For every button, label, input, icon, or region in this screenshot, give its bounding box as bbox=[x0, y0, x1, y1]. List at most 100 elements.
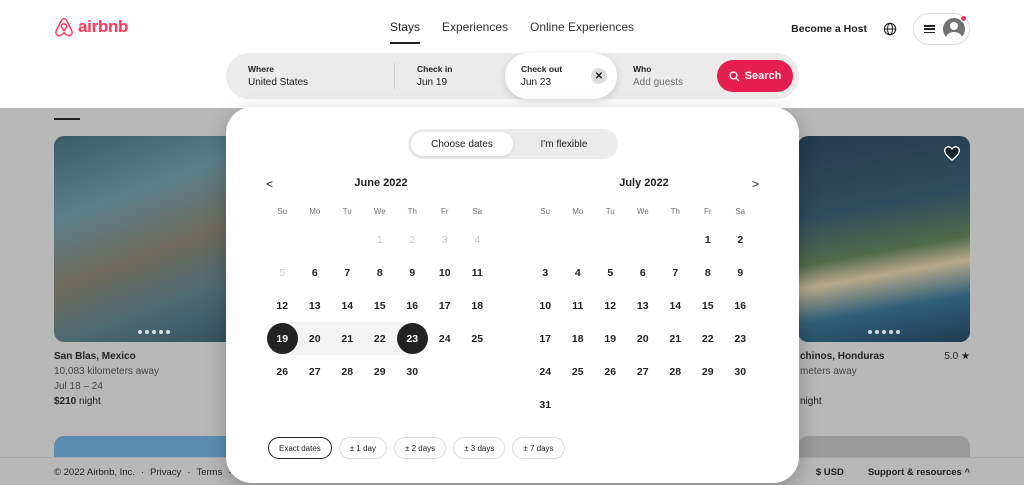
flex-option-chip[interactable]: ± 1 day bbox=[338, 437, 387, 459]
day-cell: 5 bbox=[279, 266, 286, 279]
listing-image-left[interactable] bbox=[54, 136, 254, 342]
day-cell[interactable]: 4 bbox=[562, 256, 595, 289]
weekday-label: Tu bbox=[605, 207, 615, 216]
choose-dates-tab[interactable]: Choose dates bbox=[411, 132, 513, 156]
day-cell[interactable]: 2 bbox=[724, 223, 757, 256]
empty-cell bbox=[331, 223, 364, 256]
become-host-link[interactable]: Become a Host bbox=[791, 23, 867, 35]
flex-option-chip[interactable]: Exact dates bbox=[268, 437, 332, 459]
calendar-grid: Su Mo Tu We Th Fr Sa 1 2 3 4 5 6 7 8 9 10 11 12 13 14 15 16 17 1… bbox=[529, 201, 759, 421]
day-cell: 4 bbox=[474, 233, 481, 246]
calendar-grid: Su Mo Tu We Th Fr Sa 1 2 3 4 5 6 7 8 9 10 11 12 13 14 15 16 17 1… bbox=[266, 201, 496, 388]
flex-option-chip[interactable]: ± 3 days bbox=[453, 437, 506, 459]
day-cell[interactable]: 16 bbox=[724, 289, 757, 322]
day-cell[interactable]: 5 bbox=[594, 256, 627, 289]
day-cell[interactable]: 10 bbox=[529, 289, 562, 322]
date-mode-toggle: Choose dates I'm flexible bbox=[408, 129, 618, 159]
day-cell[interactable]: 13 bbox=[627, 289, 660, 322]
date-picker-popup: Choose dates I'm flexible < > June 2022 … bbox=[226, 107, 799, 483]
listing-price: $210 bbox=[54, 396, 77, 407]
day-cell[interactable]: 26 bbox=[266, 355, 299, 388]
day-cell[interactable]: 15 bbox=[692, 289, 725, 322]
support-button[interactable]: Support & resources ^ bbox=[868, 467, 970, 478]
checkin-label: Check in bbox=[417, 64, 453, 74]
weekday-label: Fr bbox=[440, 207, 449, 216]
where-field[interactable]: Where United States bbox=[226, 53, 394, 99]
day-cell[interactable]: 11 bbox=[562, 289, 595, 322]
day-cell[interactable]: 22 bbox=[692, 322, 725, 355]
day-cell[interactable]: 9 bbox=[396, 256, 429, 289]
day-cell[interactable]: 29 bbox=[364, 355, 397, 388]
footer-privacy-link[interactable]: Privacy bbox=[150, 467, 181, 478]
day-cell[interactable]: 23 bbox=[396, 322, 429, 355]
day-cell[interactable]: 19 bbox=[266, 322, 299, 355]
im-flexible-tab[interactable]: I'm flexible bbox=[513, 132, 615, 156]
day-cell[interactable]: 3 bbox=[529, 256, 562, 289]
globe-icon[interactable] bbox=[883, 22, 897, 36]
day-cell[interactable]: 14 bbox=[659, 289, 692, 322]
day-cell[interactable]: 17 bbox=[429, 289, 462, 322]
day-cell[interactable]: 25 bbox=[562, 355, 595, 388]
day-cell[interactable]: 7 bbox=[331, 256, 364, 289]
weekday-label: Th bbox=[407, 207, 417, 216]
day-cell[interactable]: 26 bbox=[594, 355, 627, 388]
tab-online-experiences[interactable]: Online Experiences bbox=[530, 20, 634, 44]
month-title: June 2022 bbox=[354, 177, 408, 189]
flex-option-chip[interactable]: ± 7 days bbox=[512, 437, 565, 459]
day-cell[interactable]: 22 bbox=[363, 322, 396, 355]
day-cell[interactable]: 19 bbox=[594, 322, 627, 355]
day-cell[interactable]: 6 bbox=[627, 256, 660, 289]
empty-cell bbox=[266, 223, 299, 256]
day-cell[interactable]: 24 bbox=[429, 322, 462, 355]
day-cell[interactable]: 28 bbox=[659, 355, 692, 388]
day-cell[interactable]: 13 bbox=[299, 289, 332, 322]
day-cell[interactable]: 30 bbox=[724, 355, 757, 388]
day-cell[interactable]: 14 bbox=[331, 289, 364, 322]
tab-experiences[interactable]: Experiences bbox=[442, 20, 508, 44]
footer-terms-link[interactable]: Terms bbox=[196, 467, 222, 478]
heart-icon[interactable] bbox=[944, 146, 960, 161]
profile-menu-button[interactable] bbox=[913, 13, 970, 45]
search-button[interactable]: Search bbox=[717, 60, 793, 92]
flex-option-chip[interactable]: ± 2 days bbox=[394, 437, 447, 459]
day-cell[interactable]: 20 bbox=[298, 322, 331, 355]
day-cell[interactable]: 29 bbox=[692, 355, 725, 388]
day-cell[interactable]: 11 bbox=[461, 256, 494, 289]
day-cell[interactable]: 17 bbox=[529, 322, 562, 355]
day-cell: 2 bbox=[409, 233, 416, 246]
day-cell[interactable]: 28 bbox=[331, 355, 364, 388]
clear-dates-button[interactable]: ✕ bbox=[591, 68, 607, 84]
who-field[interactable]: Who Add guests bbox=[617, 53, 717, 99]
day-cell[interactable]: 18 bbox=[562, 322, 595, 355]
day-cell[interactable]: 31 bbox=[529, 388, 562, 421]
day-cell[interactable]: 6 bbox=[299, 256, 332, 289]
tab-stays[interactable]: Stays bbox=[389, 20, 420, 44]
listing-image-right[interactable] bbox=[798, 136, 970, 342]
where-value: United States bbox=[248, 77, 309, 88]
day-cell[interactable]: 21 bbox=[331, 322, 364, 355]
day-cell[interactable]: 20 bbox=[627, 322, 660, 355]
day-cell[interactable]: 21 bbox=[659, 322, 692, 355]
checkin-field[interactable]: Check in Jun 19 bbox=[395, 53, 505, 99]
day-cell[interactable]: 30 bbox=[396, 355, 429, 388]
day-cell[interactable]: 23 bbox=[724, 322, 757, 355]
checkout-field[interactable]: Check out Jun 23 ✕ bbox=[505, 53, 617, 99]
day-cell[interactable]: 10 bbox=[429, 256, 462, 289]
day-cell[interactable]: 25 bbox=[461, 322, 494, 355]
currency-button[interactable]: $ USD bbox=[816, 467, 844, 478]
footer-sep: · bbox=[187, 467, 191, 478]
day-cell[interactable]: 18 bbox=[461, 289, 494, 322]
day-cell[interactable]: 27 bbox=[299, 355, 332, 388]
day-cell[interactable]: 9 bbox=[724, 256, 757, 289]
day-cell[interactable]: 1 bbox=[692, 223, 725, 256]
day-cell[interactable]: 8 bbox=[692, 256, 725, 289]
day-cell[interactable]: 27 bbox=[627, 355, 660, 388]
day-cell[interactable]: 24 bbox=[529, 355, 562, 388]
day-cell[interactable]: 16 bbox=[396, 289, 429, 322]
day-cell[interactable]: 15 bbox=[364, 289, 397, 322]
day-cell[interactable]: 12 bbox=[266, 289, 299, 322]
day-cell[interactable]: 12 bbox=[594, 289, 627, 322]
day-cell[interactable]: 8 bbox=[364, 256, 397, 289]
footer-right: s) $ USD Support & resources ^ bbox=[783, 467, 970, 478]
day-cell[interactable]: 7 bbox=[659, 256, 692, 289]
